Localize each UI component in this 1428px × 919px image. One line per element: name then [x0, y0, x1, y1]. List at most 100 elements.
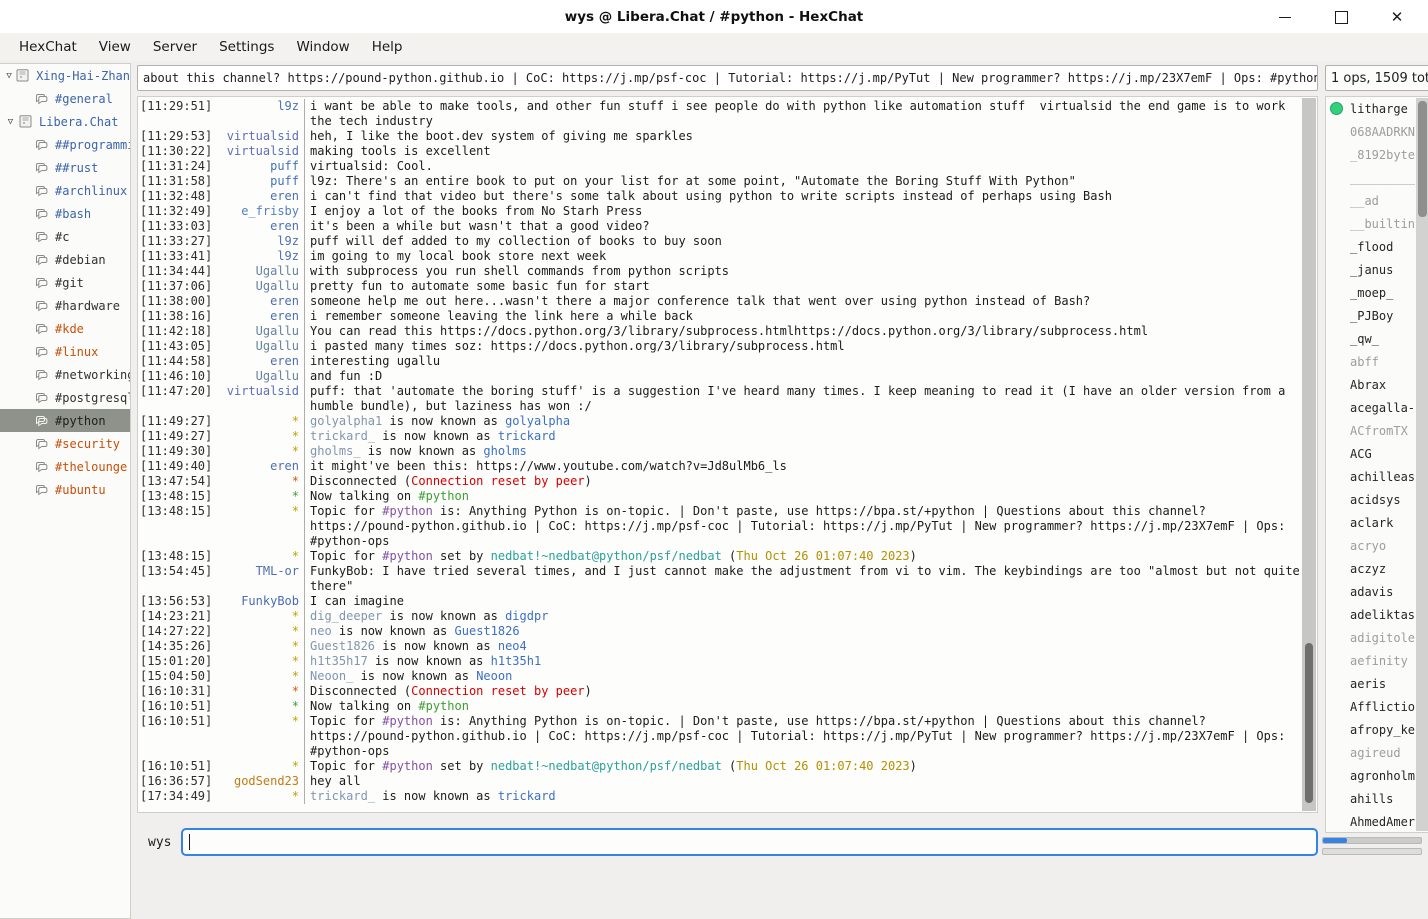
maximize-icon[interactable] [1334, 10, 1348, 24]
nick[interactable]: * [292, 474, 299, 489]
user-item[interactable]: litharge [1326, 97, 1428, 120]
nick[interactable]: Ugallu [256, 264, 299, 279]
nick[interactable]: Ugallu [256, 339, 299, 354]
minimize-icon[interactable] [1278, 10, 1292, 24]
chat-scrollbar-thumb[interactable] [1305, 643, 1313, 803]
userlist-scrollbar-thumb[interactable] [1418, 101, 1427, 217]
user-item[interactable]: agireud [1326, 741, 1428, 764]
user-item[interactable]: _flood [1326, 235, 1428, 258]
tree-row-rust[interactable]: ##rust [0, 156, 130, 179]
tree-row-archlinux[interactable]: #archlinux [0, 179, 130, 202]
user-item[interactable]: afropy_ke [1326, 718, 1428, 741]
nick[interactable]: l9z [277, 249, 299, 264]
user-item[interactable]: aefinity [1326, 649, 1428, 672]
close-icon[interactable]: ✕ [1390, 10, 1404, 24]
user-item[interactable]: _8192byte [1326, 143, 1428, 166]
nick[interactable]: * [292, 414, 299, 429]
menu-item-server[interactable]: Server [142, 35, 208, 59]
user-item[interactable]: __builtin [1326, 212, 1428, 235]
tree-row-networking[interactable]: #networking [0, 363, 130, 386]
user-item[interactable]: _PJBoy [1326, 304, 1428, 327]
user-item[interactable]: abff [1326, 350, 1428, 373]
nick[interactable]: * [292, 669, 299, 684]
tree-row-general[interactable]: #general [0, 87, 130, 110]
nick[interactable]: * [292, 609, 299, 624]
user-item[interactable]: adigitole [1326, 626, 1428, 649]
nick[interactable]: puff [270, 174, 299, 189]
user-item[interactable]: Afflictio [1326, 695, 1428, 718]
menu-item-settings[interactable]: Settings [208, 35, 285, 59]
menu-item-help[interactable]: Help [361, 35, 414, 59]
nick[interactable]: eren [270, 189, 299, 204]
user-item[interactable]: __ad [1326, 189, 1428, 212]
nick[interactable]: * [292, 654, 299, 669]
user-item[interactable]: _________ [1326, 166, 1428, 189]
user-item[interactable]: agronholm [1326, 764, 1428, 787]
tree-row-c[interactable]: #c [0, 225, 130, 248]
user-item[interactable]: 068AADRKN [1326, 120, 1428, 143]
tree-row-programming[interactable]: ##programming [0, 133, 130, 156]
user-item[interactable]: acegalla- [1326, 396, 1428, 419]
nick[interactable]: * [292, 504, 299, 549]
user-item[interactable]: ACfromTX [1326, 419, 1428, 442]
nick[interactable]: Ugallu [256, 324, 299, 339]
user-item[interactable]: _qw_ [1326, 327, 1428, 350]
tree-row-ubuntu[interactable]: #ubuntu [0, 478, 130, 501]
menu-item-window[interactable]: Window [285, 35, 360, 59]
nick[interactable]: * [292, 759, 299, 774]
tree-row-xing-hai-zhan[interactable]: ▽Xing-Hai-Zhan [0, 64, 130, 87]
nick[interactable]: * [292, 699, 299, 714]
chat-scrollbar[interactable] [1302, 98, 1316, 811]
nick[interactable]: * [292, 624, 299, 639]
user-item[interactable]: Abrax [1326, 373, 1428, 396]
expander-icon[interactable]: ▽ [3, 71, 15, 81]
expander-icon[interactable]: ▽ [3, 117, 18, 127]
user-item[interactable]: achilleas [1326, 465, 1428, 488]
menu-item-hexchat[interactable]: HexChat [8, 35, 88, 59]
user-item[interactable]: ahills [1326, 787, 1428, 810]
tree-row-postgresql[interactable]: #postgresql [0, 386, 130, 409]
nick[interactable]: * [292, 489, 299, 504]
user-item[interactable]: _janus [1326, 258, 1428, 281]
user-item[interactable]: _moep_ [1326, 281, 1428, 304]
tree-row-hardware[interactable]: #hardware [0, 294, 130, 317]
user-item[interactable]: adavis [1326, 580, 1428, 603]
nick[interactable]: * [292, 684, 299, 699]
userlist-scrollbar[interactable] [1416, 98, 1428, 831]
nick[interactable]: eren [270, 354, 299, 369]
tree-row-kde[interactable]: #kde [0, 317, 130, 340]
nick[interactable]: eren [270, 459, 299, 474]
nick[interactable]: eren [270, 294, 299, 309]
nick[interactable]: Ugallu [256, 279, 299, 294]
nick[interactable]: * [292, 789, 299, 804]
tree-row-linux[interactable]: #linux [0, 340, 130, 363]
nick[interactable]: * [292, 429, 299, 444]
tree-row-git[interactable]: #git [0, 271, 130, 294]
topic-input[interactable]: about this channel? https://pound-python… [137, 65, 1318, 91]
user-item[interactable]: aclark [1326, 511, 1428, 534]
user-item[interactable]: AhmedAmer [1326, 810, 1428, 833]
user-item[interactable]: ACG [1326, 442, 1428, 465]
nick[interactable]: puff [270, 159, 299, 174]
tree-row-security[interactable]: #security [0, 432, 130, 455]
nick[interactable]: Ugallu [256, 369, 299, 384]
nick[interactable]: virtualsid [227, 384, 299, 414]
nick[interactable]: l9z [277, 234, 299, 249]
menu-item-view[interactable]: View [88, 35, 142, 59]
user-item[interactable]: aczyz [1326, 557, 1428, 580]
nick[interactable]: * [292, 639, 299, 654]
tree-row-libera.chat[interactable]: ▽Libera.Chat [0, 110, 130, 133]
user-item[interactable]: adeliktas [1326, 603, 1428, 626]
nick[interactable]: * [292, 549, 299, 564]
nick[interactable]: e_frisby [241, 204, 299, 219]
tree-row-python[interactable]: #python [0, 409, 130, 432]
nick[interactable]: virtualsid [227, 144, 299, 159]
user-item[interactable]: aeris [1326, 672, 1428, 695]
tree-row-bash[interactable]: #bash [0, 202, 130, 225]
user-item[interactable]: acidsys [1326, 488, 1428, 511]
nick[interactable]: * [292, 714, 299, 759]
nick[interactable]: eren [270, 309, 299, 324]
nick[interactable]: eren [270, 219, 299, 234]
tree-row-thelounge[interactable]: #thelounge [0, 455, 130, 478]
nick[interactable]: FunkyBob [241, 594, 299, 609]
